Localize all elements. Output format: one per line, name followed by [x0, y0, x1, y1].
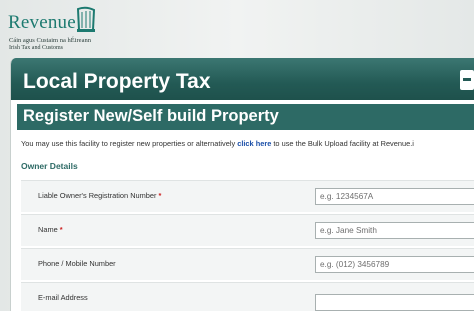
- bulk-upload-link[interactable]: click here: [237, 139, 271, 148]
- phone-row: Phone / Mobile Number: [21, 248, 474, 280]
- page-header: Local Property Tax: [11, 58, 474, 100]
- required-mark: *: [59, 225, 63, 234]
- form-title: Register New/Self build Property: [23, 107, 279, 125]
- section-title: Owner Details: [21, 161, 78, 171]
- registration-row: Liable Owner's Registration Number *: [21, 180, 474, 212]
- registration-label: Liable Owner's Registration Number *: [38, 191, 161, 200]
- name-label-text: Name: [38, 225, 58, 234]
- email-label: E-mail Address: [38, 293, 88, 302]
- required-mark: *: [158, 191, 162, 200]
- registration-number-input[interactable]: [315, 188, 474, 205]
- harp-emblem-icon: [76, 6, 96, 32]
- email-input[interactable]: [315, 294, 474, 311]
- phone-label: Phone / Mobile Number: [38, 259, 116, 268]
- info-text: You may use this facility to register ne…: [21, 139, 414, 148]
- brand-name: Revenue: [8, 12, 76, 33]
- name-label: Name *: [38, 225, 63, 234]
- registration-label-text: Liable Owner's Registration Number: [38, 191, 157, 200]
- name-row: Name *: [21, 214, 474, 246]
- phone-input[interactable]: [315, 256, 474, 273]
- menu-icon[interactable]: [460, 70, 474, 90]
- form-header: Register New/Self build Property: [17, 104, 474, 130]
- email-row: E-mail Address: [21, 282, 474, 311]
- info-text-before: You may use this facility to register ne…: [21, 139, 238, 148]
- main-panel: Local Property Tax Register New/Self bui…: [10, 58, 474, 311]
- name-input[interactable]: [315, 222, 474, 239]
- brand-tagline-irish: Cáin agus Custaim na hÉireann: [9, 37, 91, 44]
- info-text-after: to use the Bulk Upload facility at Reven…: [271, 139, 414, 148]
- page-title: Local Property Tax: [23, 70, 211, 93]
- brand-tagline-english: Irish Tax and Customs: [9, 45, 63, 51]
